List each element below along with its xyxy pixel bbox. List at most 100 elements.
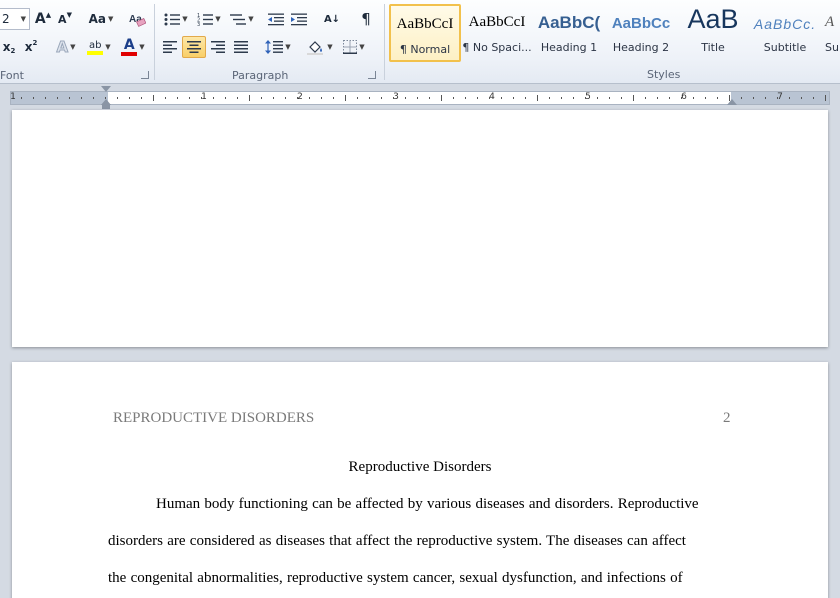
increase-indent-button[interactable]: [289, 8, 309, 30]
font-size-box[interactable]: 2 ▼: [0, 8, 30, 30]
ruler-tick: [669, 97, 670, 99]
ruler-tick: [801, 97, 802, 99]
style-name: Heading 1: [540, 41, 598, 54]
grow-font-button[interactable]: A ▲: [33, 8, 53, 30]
show-formatting-marks-button[interactable]: ¶: [355, 8, 377, 30]
subscript-icon: x: [2, 40, 11, 54]
ruler-tick: [813, 97, 814, 99]
clear-formatting-icon: Aa: [129, 14, 146, 27]
ruler-tick: [141, 97, 142, 99]
style-name: Title: [701, 41, 725, 54]
superscript-icon: x: [24, 40, 33, 54]
bullets-button[interactable]: ▼: [162, 8, 190, 30]
paragraph-group: ▼ 123 ▼ ▼ A↓ ¶ ▼ ▼ ▼ Paragraph: [155, 0, 383, 84]
document-page-1[interactable]: [12, 110, 828, 347]
style-preview: AaBbCc.: [753, 16, 817, 32]
ruler-tick: [237, 97, 238, 99]
font-group-label: Font: [0, 69, 24, 82]
document-title: Reproductive Disorders: [348, 459, 492, 475]
ruler-tick: [333, 97, 334, 99]
sort-icon: A↓: [323, 13, 341, 25]
style-name: ¶ No Spaci...: [462, 41, 532, 54]
multilevel-list-icon: [230, 13, 247, 25]
style-preview: AaB: [687, 4, 739, 34]
style-name: Heading 2: [612, 41, 670, 54]
style-preview: AaBbCc: [611, 15, 671, 32]
style-preview: AaBbC(: [537, 13, 601, 32]
ruler-tick: [381, 97, 382, 99]
style-normal[interactable]: AaBbCcI ¶ Normal: [389, 4, 461, 62]
ruler-tick: [693, 97, 694, 99]
ruler-tick: [93, 97, 94, 99]
body-text-line: Human body functioning can be affected b…: [156, 496, 699, 512]
style-title[interactable]: AaB Title: [677, 4, 749, 62]
numbering-button[interactable]: 123 ▼: [195, 8, 223, 30]
chevron-down-icon: ▼: [105, 43, 111, 51]
align-left-button[interactable]: [159, 36, 181, 58]
ruler-tick: [777, 97, 778, 99]
page-number: 2: [723, 410, 731, 426]
ruler-tick: [561, 97, 562, 99]
paragraph-dialog-launcher[interactable]: [368, 71, 376, 79]
paint-bucket-icon: [307, 40, 324, 55]
sort-button[interactable]: A↓: [321, 8, 343, 30]
multilevel-list-button[interactable]: ▼: [228, 8, 256, 30]
style-preview: AaBbCcI: [396, 16, 454, 32]
ruler-tick: [369, 97, 370, 99]
font-color-button[interactable]: A ▼: [118, 36, 148, 58]
font-group: 2 ▼ A ▲ A ▼ Aa ▼ Aa x2 x2 A ▼ ab ▼ A ▼ F…: [0, 0, 154, 84]
text-effects-icon: A: [56, 38, 69, 57]
styles-gallery: AaBbCcI ¶ Normal AaBbCcI ¶ No Spaci... A…: [389, 4, 840, 64]
shading-button[interactable]: ▼: [305, 36, 335, 58]
running-head: REPRODUCTIVE DISORDERS: [113, 410, 315, 426]
body-text-line: disorders are considered as diseases tha…: [108, 533, 686, 549]
ruler-tick: [297, 97, 298, 99]
chevron-down-icon: ▼: [359, 43, 365, 51]
style-heading-1[interactable]: AaBbC( Heading 1: [533, 4, 605, 62]
align-left-icon: [163, 41, 177, 53]
style-no-spacing[interactable]: AaBbCcI ¶ No Spaci...: [461, 4, 533, 62]
borders-icon: [343, 40, 358, 54]
clear-formatting-button[interactable]: Aa: [126, 8, 148, 30]
style-heading-2[interactable]: AaBbCc Heading 2: [605, 4, 677, 62]
increase-indent-icon: [291, 13, 307, 25]
highlight-button[interactable]: ab ▼: [84, 36, 114, 58]
shrink-font-button[interactable]: A ▼: [55, 8, 75, 30]
font-color-swatch: [121, 51, 138, 56]
left-indent-marker[interactable]: [102, 104, 110, 109]
right-indent-marker[interactable]: [727, 99, 737, 105]
ruler-tick: [429, 97, 430, 99]
style-subtle-emphasis[interactable]: A Su: [821, 4, 840, 62]
highlighter-icon: ab: [87, 40, 104, 55]
align-right-button[interactable]: [207, 36, 229, 58]
style-preview: A: [825, 14, 835, 30]
ruler-tick: [489, 97, 490, 99]
superscript-button[interactable]: x2: [22, 36, 40, 58]
decrease-indent-button[interactable]: [266, 8, 286, 30]
first-line-indent-marker[interactable]: [101, 86, 111, 92]
ruler-tick: [549, 97, 550, 99]
horizontal-ruler[interactable]: 1 1 2 3 4 5 6 7: [10, 91, 830, 105]
justify-button[interactable]: [230, 36, 252, 58]
chevron-down-icon: ▼: [215, 15, 221, 23]
line-spacing-button[interactable]: ▼: [263, 36, 293, 58]
ruler-tick: [441, 95, 442, 101]
pilcrow-icon: ¶: [361, 10, 371, 28]
align-center-icon: [187, 41, 201, 53]
paragraph-group-label: Paragraph: [232, 69, 289, 82]
ruler-tick: [825, 95, 826, 101]
align-center-button[interactable]: [182, 36, 206, 58]
ruler-tick: [393, 97, 394, 99]
text-effects-button[interactable]: A ▼: [54, 36, 78, 58]
shrink-font-icon: A: [58, 12, 67, 26]
style-subtitle[interactable]: AaBbCc. Subtitle: [749, 4, 821, 62]
ribbon: 2 ▼ A ▲ A ▼ Aa ▼ Aa x2 x2 A ▼ ab ▼ A ▼ F…: [0, 0, 840, 84]
subscript-button[interactable]: x2: [0, 36, 18, 58]
borders-button[interactable]: ▼: [339, 36, 369, 58]
ruler-tick: [645, 97, 646, 99]
font-dialog-launcher[interactable]: [141, 71, 149, 79]
style-name: Su: [825, 41, 839, 54]
document-page-2[interactable]: REPRODUCTIVE DISORDERS 2 Reproductive Di…: [12, 362, 828, 598]
change-case-button[interactable]: Aa ▼: [86, 8, 116, 30]
font-color-label: A: [123, 36, 135, 53]
